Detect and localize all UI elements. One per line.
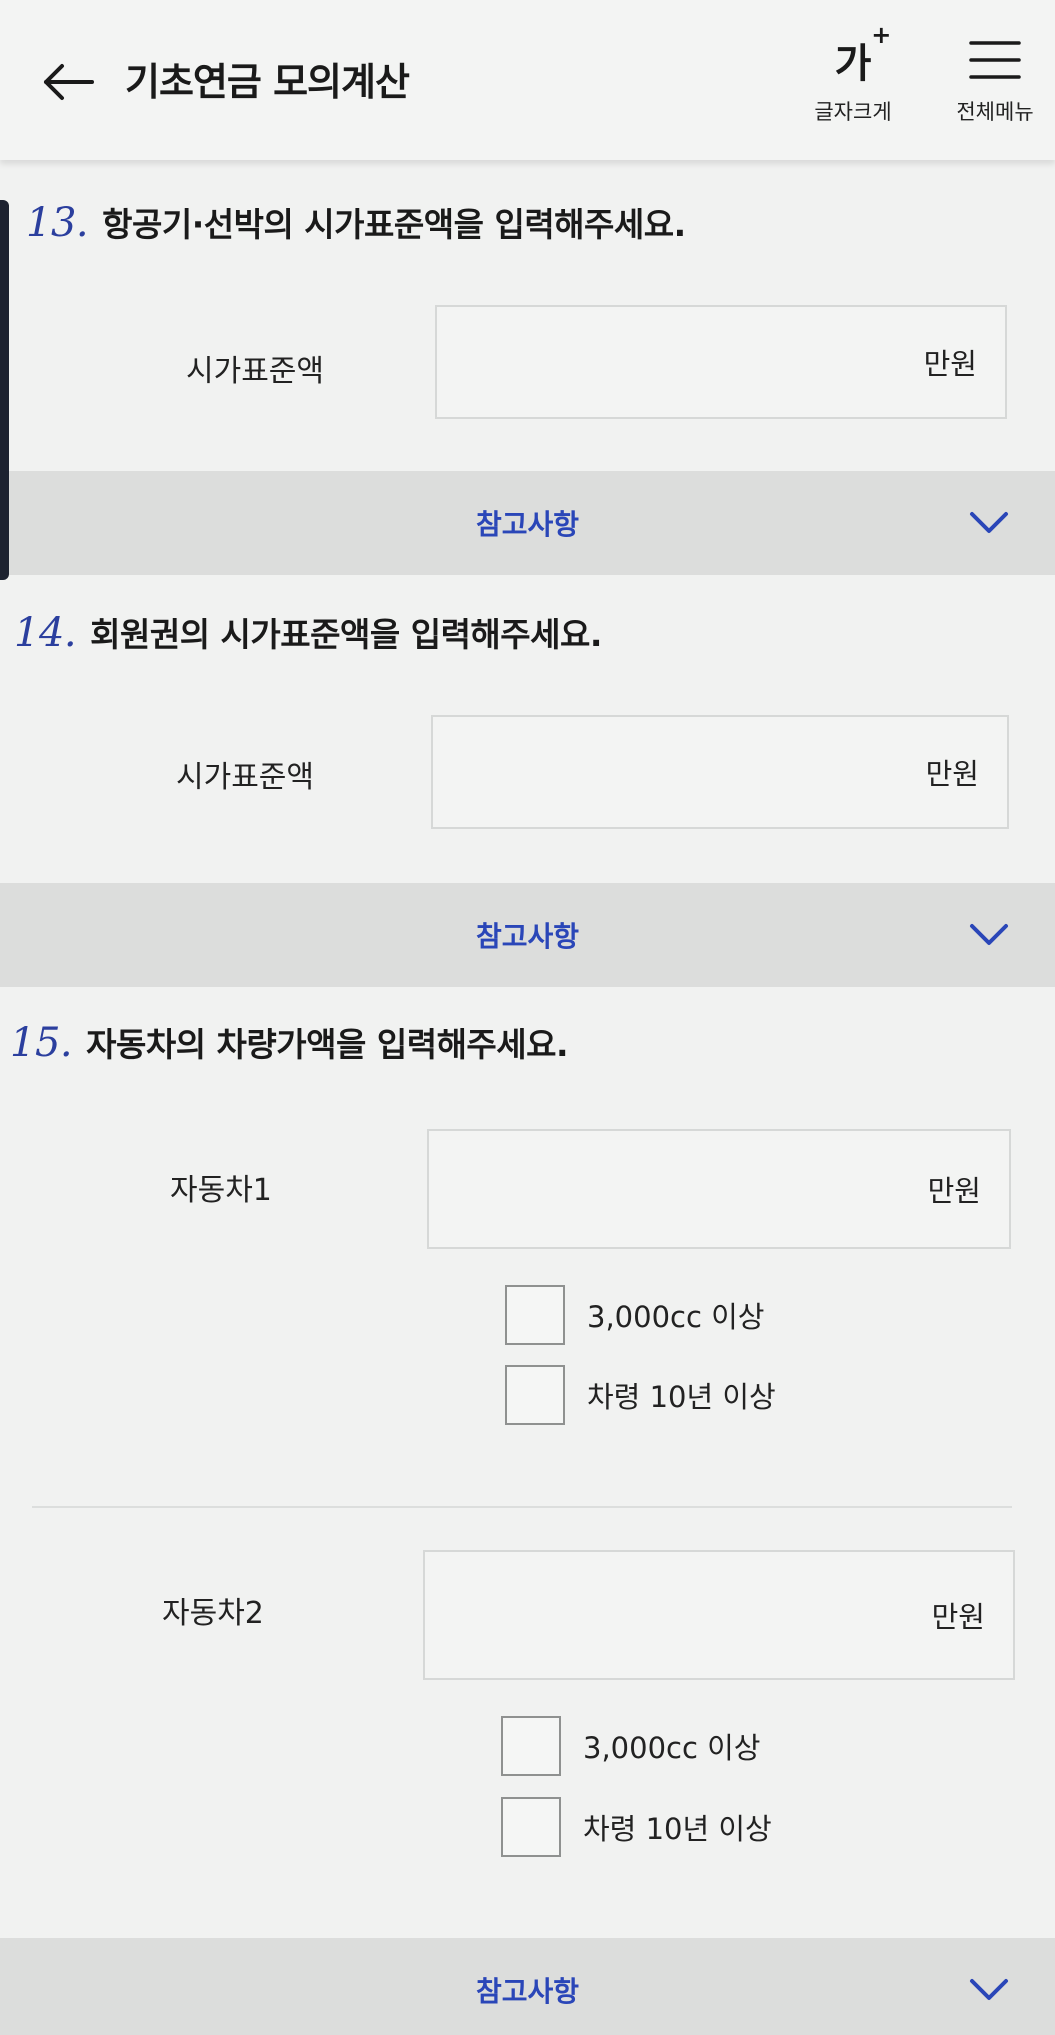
- checkbox-label: 3,000cc 이상: [587, 1300, 765, 1334]
- question-13-title: 13. 항공기·선박의 시가표준액을 입력해주세요.: [26, 198, 686, 246]
- app-header: 기초연금 모의계산 가 + 글자크게 전체메뉴: [0, 0, 1055, 160]
- chevron-down-icon: [970, 1979, 1008, 2000]
- divider: [32, 1506, 1012, 1508]
- unit-label: 만원: [927, 1174, 981, 1208]
- checkbox[interactable]: [505, 1285, 565, 1345]
- font-size-glyph: 가: [834, 41, 872, 87]
- car-2-option-3000cc[interactable]: 3,000cc 이상: [501, 1716, 761, 1776]
- car-1-option-3000cc[interactable]: 3,000cc 이상: [505, 1285, 765, 1345]
- checkbox[interactable]: [501, 1797, 561, 1857]
- checkbox[interactable]: [501, 1716, 561, 1776]
- checkbox-label: 3,000cc 이상: [583, 1731, 761, 1765]
- question-number: 14.: [14, 610, 77, 656]
- reference-toggle-13[interactable]: 참고사항: [0, 471, 1055, 575]
- reference-label: 참고사항: [475, 1975, 580, 2008]
- car-2-label: 자동차2: [162, 1596, 264, 1631]
- chevron-down-icon: [970, 512, 1008, 533]
- page: 기초연금 모의계산 가 + 글자크게 전체메뉴 13. 항공기·선박의 시가표준액을…: [0, 0, 1055, 2035]
- font-size-plus: +: [871, 21, 892, 49]
- back-button[interactable]: [38, 52, 98, 112]
- chevron-down-icon: [970, 924, 1008, 945]
- unit-label: 만원: [923, 347, 977, 381]
- question-number: 13.: [26, 200, 89, 246]
- reference-label: 참고사항: [475, 920, 580, 953]
- reference-toggle-14[interactable]: 참고사항: [0, 883, 1055, 987]
- membership-value-input[interactable]: 만원: [431, 715, 1009, 829]
- car-1-option-age-10[interactable]: 차령 10년 이상: [505, 1365, 776, 1425]
- field-label: 시가표준액: [176, 760, 314, 795]
- hamburger-icon: [969, 41, 1021, 79]
- question-text: 항공기·선박의 시가표준액을 입력해주세요.: [102, 205, 686, 244]
- question-text: 자동차의 차량가액을 입력해주세요.: [86, 1025, 569, 1064]
- car-2-value-input[interactable]: 만원: [423, 1550, 1015, 1680]
- car-2-option-age-10[interactable]: 차령 10년 이상: [501, 1797, 772, 1857]
- full-menu-label: 전체메뉴: [956, 100, 1034, 124]
- checkbox-label: 차령 10년 이상: [587, 1380, 776, 1414]
- unit-label: 만원: [925, 757, 979, 791]
- unit-label: 만원: [931, 1600, 985, 1634]
- page-title: 기초연금 모의계산: [125, 60, 410, 104]
- car-1-label: 자동차1: [170, 1173, 272, 1208]
- font-size-icon: 가 +: [798, 21, 908, 94]
- question-number: 15.: [10, 1020, 73, 1066]
- arrow-left-icon: [44, 64, 94, 100]
- device-edge: [0, 200, 9, 580]
- font-size-button[interactable]: 가 + 글자크게: [798, 21, 908, 126]
- full-menu-button[interactable]: 전체메뉴: [940, 26, 1050, 126]
- reference-label: 참고사항: [475, 508, 580, 541]
- reference-toggle-15[interactable]: 참고사항: [0, 1938, 1055, 2035]
- font-size-label: 글자크게: [814, 100, 892, 124]
- question-15-title: 15. 자동차의 차량가액을 입력해주세요.: [10, 1018, 569, 1066]
- car-1-value-input[interactable]: 만원: [427, 1129, 1011, 1249]
- question-14-title: 14. 회원권의 시가표준액을 입력해주세요.: [14, 608, 602, 656]
- aircraft-ship-value-input[interactable]: 만원: [435, 305, 1007, 419]
- question-text: 회원권의 시가표준액을 입력해주세요.: [90, 615, 602, 654]
- checkbox-label: 차령 10년 이상: [583, 1812, 772, 1846]
- checkbox[interactable]: [505, 1365, 565, 1425]
- field-label: 시가표준액: [186, 354, 324, 389]
